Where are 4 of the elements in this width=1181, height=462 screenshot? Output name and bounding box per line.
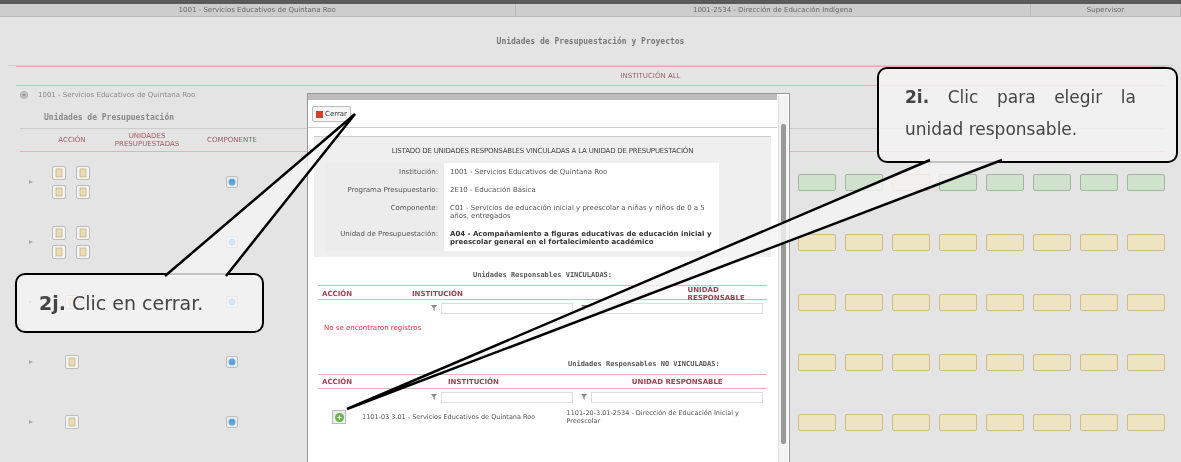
callout-tooltip: 2i. Clic para elegir la unidad responsable. <box>877 67 1178 163</box>
callout-tooltip: 2j. Clic en cerrar. <box>15 273 264 333</box>
page-title: Unidades de Presupuestación y Proyectos <box>496 36 685 46</box>
section-title: Unidades de Presupuestación <box>44 113 175 122</box>
